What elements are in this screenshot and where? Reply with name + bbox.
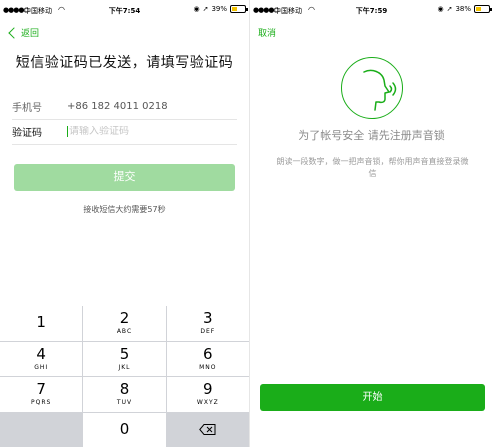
- page-title: 短信验证码已发送，请填写验证码: [15, 55, 234, 71]
- voice-lock-description: 朗读一段数字，做一把声音锁，帮你用声音直接登录微信: [276, 157, 469, 178]
- key-5[interactable]: 5 JKL: [83, 341, 166, 376]
- status-bar: ●●●●○ 中国移动 ◠ 下午7:59 ◉ ➚ 38%: [250, 0, 493, 18]
- voice-face-icon: [341, 57, 403, 119]
- back-button[interactable]: 返回: [8, 26, 40, 39]
- voice-lock-screen: ●●●●○ 中国移动 ◠ 下午7:59 ◉ ➚ 38% 取消 为了帐号安全 请先…: [249, 0, 493, 447]
- phone-label: 手机号: [12, 103, 42, 114]
- key-9[interactable]: 9 WXYZ: [166, 377, 249, 412]
- code-row: 验证码: [12, 119, 237, 145]
- back-label: 返回: [21, 29, 40, 39]
- start-button[interactable]: 开始: [260, 384, 485, 411]
- key-0[interactable]: 0: [83, 412, 166, 447]
- battery-percent: 39%: [211, 5, 227, 13]
- battery-percent: 38%: [455, 5, 471, 13]
- resend-countdown: 接收短信大约需要57秒: [83, 205, 166, 214]
- submit-button[interactable]: 提交: [14, 164, 235, 191]
- verification-code-input[interactable]: [67, 126, 217, 137]
- key-8[interactable]: 8 TUV: [83, 377, 166, 412]
- voice-lock-title: 为了帐号安全 请先注册声音锁: [298, 129, 445, 142]
- chevron-left-icon: [8, 26, 20, 39]
- key-6[interactable]: 6 MNO: [166, 341, 249, 376]
- key-7[interactable]: 7 PQRS: [0, 377, 83, 412]
- location-arrow-icon: ➚: [202, 5, 209, 13]
- backspace-icon: [199, 424, 216, 436]
- phone-value: +86 182 4011 0218: [67, 101, 168, 112]
- rotation-lock-icon: ◉: [437, 5, 444, 13]
- key-blank: [0, 412, 83, 447]
- battery-icon: [230, 5, 248, 13]
- sms-verification-screen: ●●●●○ 中国移动 ◠ 下午7:54 ◉ ➚ 39% 返回 短信验证码已发送，…: [0, 0, 249, 447]
- key-3[interactable]: 3 DEF: [166, 306, 249, 341]
- status-bar: ●●●●○ 中国移动 ◠ 下午7:54 ◉ ➚ 39%: [0, 0, 249, 18]
- numeric-keypad: 1 2 ABC 3 DEF 4 GHI 5 JKL 6 MNO 7 PQRS 8 TUV 9W…: [0, 306, 249, 447]
- backspace-key[interactable]: [166, 412, 249, 447]
- location-arrow-icon: ➚: [446, 5, 453, 13]
- code-label: 验证码: [12, 128, 42, 139]
- cancel-button[interactable]: 取消: [258, 26, 276, 39]
- key-2[interactable]: 2 ABC: [83, 306, 166, 341]
- key-4[interactable]: 4 GHI: [0, 341, 83, 376]
- phone-row: 手机号 +86 182 4011 0218: [12, 94, 237, 120]
- battery-icon: [474, 5, 492, 13]
- key-1[interactable]: 1: [0, 306, 83, 341]
- rotation-lock-icon: ◉: [193, 5, 200, 13]
